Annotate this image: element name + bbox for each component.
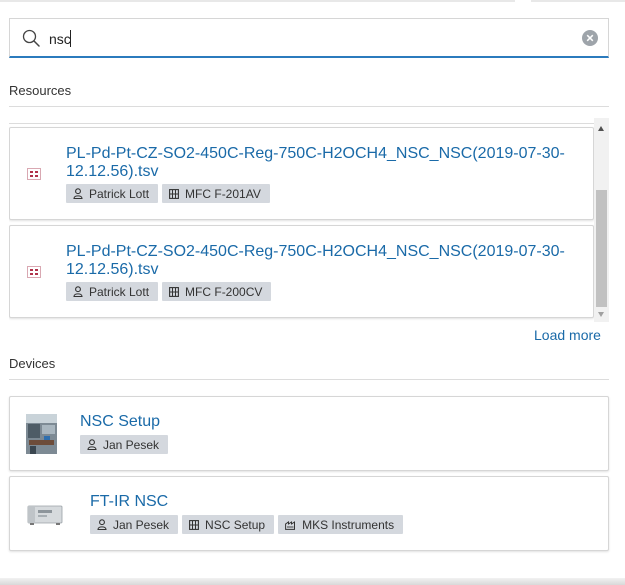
search-input[interactable] [49, 28, 569, 50]
vendor-name: MKS Instruments [302, 517, 395, 532]
load-more-link[interactable]: Load more [534, 327, 601, 343]
clear-icon[interactable] [582, 30, 598, 46]
device-name: NSC Setup [205, 517, 266, 532]
search-box[interactable] [9, 18, 609, 58]
resource-card[interactable]: PL-Pd-Pt-CZ-SO2-450C-Reg-750C-H2OCH4_NSC… [9, 225, 594, 318]
user-name: Jan Pesek [103, 437, 160, 452]
scroll-down-arrow-icon[interactable] [598, 312, 604, 317]
device-photo [27, 505, 63, 525]
user-tag[interactable]: Jan Pesek [80, 435, 169, 454]
user-tag[interactable]: Jan Pesek [90, 515, 179, 534]
resources-heading: Resources [9, 83, 72, 98]
user-icon [73, 188, 83, 199]
resource-title[interactable]: PL-Pd-Pt-CZ-SO2-450C-Reg-750C-H2OCH4_NSC… [66, 145, 586, 181]
user-name: Jan Pesek [113, 517, 170, 532]
resource-title[interactable]: PL-Pd-Pt-CZ-SO2-450C-Reg-750C-H2OCH4_NSC… [66, 243, 586, 279]
bottom-edge [0, 578, 625, 585]
data-file-icon [27, 168, 41, 180]
top-border [0, 0, 625, 2]
user-icon [87, 439, 97, 450]
user-tag[interactable]: Patrick Lott [66, 282, 159, 301]
scroll-up-arrow-icon[interactable] [598, 126, 604, 131]
user-name: Patrick Lott [89, 284, 150, 299]
device-icon [169, 286, 179, 297]
list-top-line [9, 123, 594, 124]
device-title[interactable]: NSC Setup [80, 413, 160, 431]
user-name: Patrick Lott [89, 186, 150, 201]
resources-list[interactable]: PL-Pd-Pt-CZ-SO2-450C-Reg-750C-H2OCH4_NSC… [9, 118, 610, 322]
device-icon [189, 519, 199, 530]
device-card[interactable]: NSC Setup Jan Pesek [9, 396, 609, 471]
user-tag[interactable]: Patrick Lott [66, 184, 159, 203]
vendor-tag[interactable]: MKS Instruments [278, 515, 404, 534]
device-photo [26, 414, 57, 454]
user-icon [73, 286, 83, 297]
scroll-thumb[interactable] [596, 190, 607, 307]
data-file-icon [27, 266, 41, 278]
scrollbar[interactable] [594, 118, 609, 322]
device-name: MFC F-200CV [185, 284, 263, 299]
device-icon [169, 188, 179, 199]
search-icon [22, 29, 40, 47]
text-caret [70, 30, 71, 47]
vendor-icon [285, 520, 296, 530]
device-tag[interactable]: MFC F-201AV [162, 184, 270, 203]
device-name: MFC F-201AV [185, 186, 261, 201]
device-tag[interactable]: MFC F-200CV [162, 282, 272, 301]
device-tag[interactable]: NSC Setup [182, 515, 275, 534]
devices-divider [9, 379, 609, 380]
device-card[interactable]: FT-IR NSC Jan Pesek NSC Setup MKS Instru… [9, 476, 609, 551]
devices-heading: Devices [9, 356, 56, 371]
device-title[interactable]: FT-IR NSC [90, 493, 168, 511]
resource-card[interactable]: PL-Pd-Pt-CZ-SO2-450C-Reg-750C-H2OCH4_NSC… [9, 127, 594, 220]
resources-divider [9, 106, 609, 107]
user-icon [97, 519, 107, 530]
